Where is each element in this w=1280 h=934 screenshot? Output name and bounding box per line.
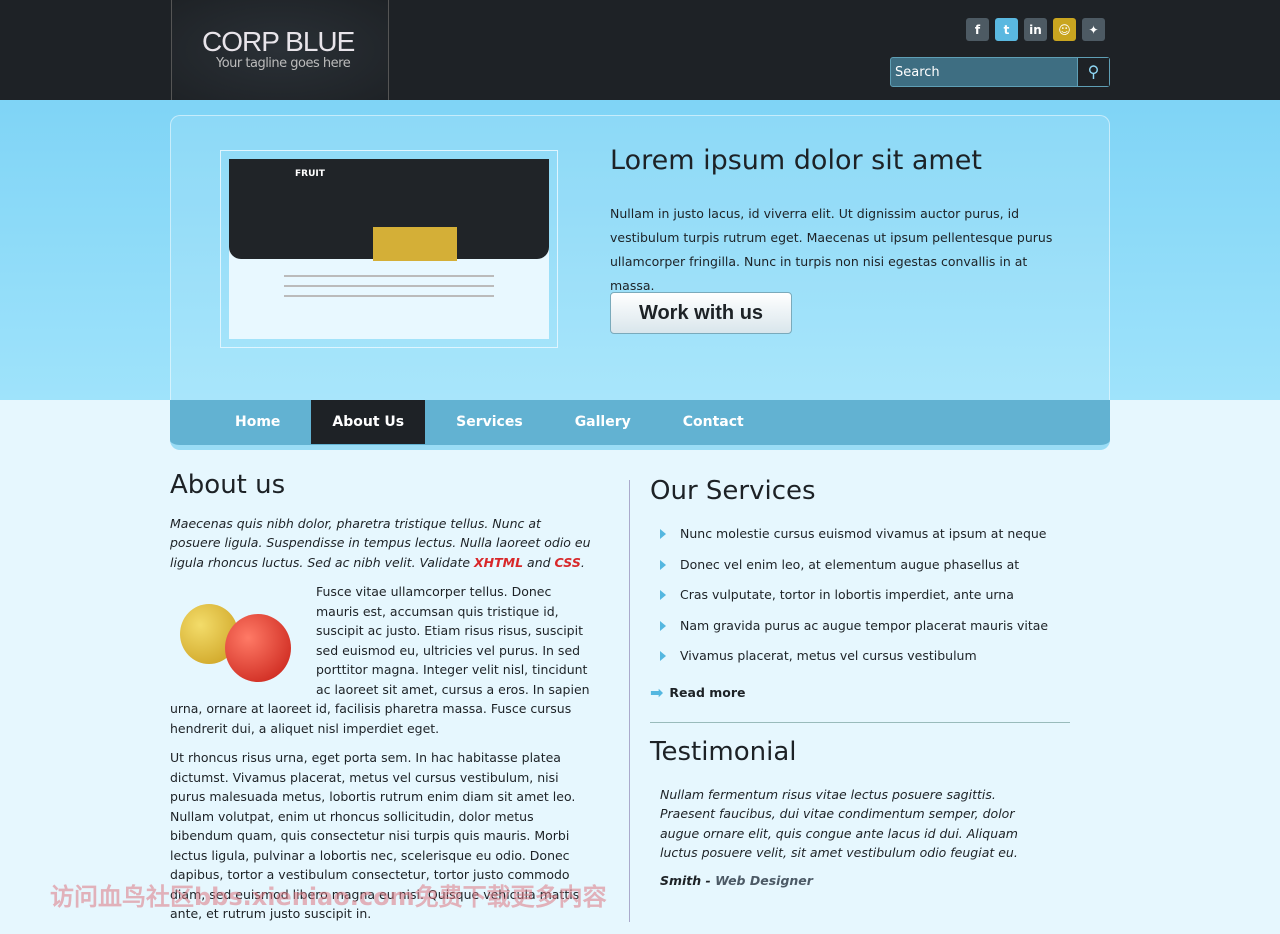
- testimonial-quote: Nullam fermentum risus vitae lectus posu…: [660, 786, 1018, 861]
- services-section: Our Services Nunc molestie cursus euismo…: [650, 476, 1070, 888]
- work-with-us-button[interactable]: Work with us: [610, 292, 792, 334]
- nav-services[interactable]: Services: [435, 400, 544, 444]
- column-divider: [629, 480, 630, 922]
- chat-icon[interactable]: ☺: [1053, 18, 1076, 41]
- author-role: Web Designer: [715, 872, 813, 888]
- facebook-icon[interactable]: f: [966, 18, 989, 41]
- screenshot-logo: FRUIT: [295, 169, 325, 179]
- social-links: f t in ☺ ✦: [966, 18, 1105, 41]
- hero-text: Nullam in justo lacus, id viverra elit. …: [610, 206, 1053, 293]
- css-link[interactable]: CSS: [555, 555, 581, 570]
- main-nav: Home About Us Services Gallery Contact: [170, 400, 1110, 450]
- list-item: Nunc molestie cursus euismod vivamus at …: [650, 524, 1070, 555]
- read-more-label: Read more: [669, 684, 746, 700]
- intro-end: .: [580, 554, 585, 570]
- arrow-right-icon: ➡: [650, 682, 664, 702]
- nav-contact[interactable]: Contact: [662, 400, 765, 444]
- search-input[interactable]: [891, 58, 1077, 86]
- twitter-icon[interactable]: t: [995, 18, 1018, 41]
- portfolio-screenshot: FRUIT: [220, 150, 558, 348]
- watermark: 访问血鸟社区bbs.xieniao.com免费下载更多内容: [50, 883, 607, 911]
- search-button[interactable]: ⚲: [1077, 58, 1109, 86]
- services-list: Nunc molestie cursus euismod vivamus at …: [650, 524, 1070, 677]
- myspace-icon[interactable]: ✦: [1082, 18, 1105, 41]
- nav-gallery[interactable]: Gallery: [554, 400, 652, 444]
- header: CORP BLUE Your tagline goes here f t in …: [0, 0, 1280, 100]
- testimonial-title: Testimonial: [650, 736, 797, 767]
- about-section: About us Maecenas quis nibh dolor, phare…: [170, 470, 592, 934]
- list-item: Vivamus placerat, metus vel cursus vesti…: [650, 646, 1070, 677]
- author-name: Smith: [660, 872, 702, 888]
- list-item: Cras vulputate, tortor in lobortis imper…: [650, 585, 1070, 616]
- about-intro: Maecenas quis nibh dolor, pharetra trist…: [170, 514, 592, 573]
- about-title: About us: [170, 470, 286, 500]
- intro-and: and: [523, 554, 555, 570]
- linkedin-icon[interactable]: in: [1024, 18, 1047, 41]
- logo-title: CORP BLUE: [202, 26, 355, 57]
- nav-home[interactable]: Home: [214, 400, 301, 444]
- tagline: Your tagline goes here: [216, 56, 351, 71]
- list-item: Donec vel enim leo, at elementum augue p…: [650, 555, 1070, 586]
- logo[interactable]: CORP BLUE Your tagline goes here: [171, 0, 389, 100]
- nav-about-us[interactable]: About Us: [311, 400, 426, 444]
- divider: [650, 721, 1070, 723]
- search-icon: ⚲: [1087, 64, 1100, 81]
- author-sep: -: [701, 872, 716, 888]
- list-item: Nam gravida purus ac augue tempor placer…: [650, 616, 1070, 647]
- apples-image: [170, 592, 310, 692]
- hero-title: Lorem ipsum dolor sit amet: [610, 145, 982, 176]
- search-box: ⚲: [890, 57, 1110, 87]
- read-more-link[interactable]: ➡ Read more: [650, 683, 1070, 702]
- xhtml-link[interactable]: XHTML: [474, 555, 523, 570]
- testimonial-author: Smith - Web Designer: [650, 873, 1070, 888]
- services-title: Our Services: [650, 476, 816, 506]
